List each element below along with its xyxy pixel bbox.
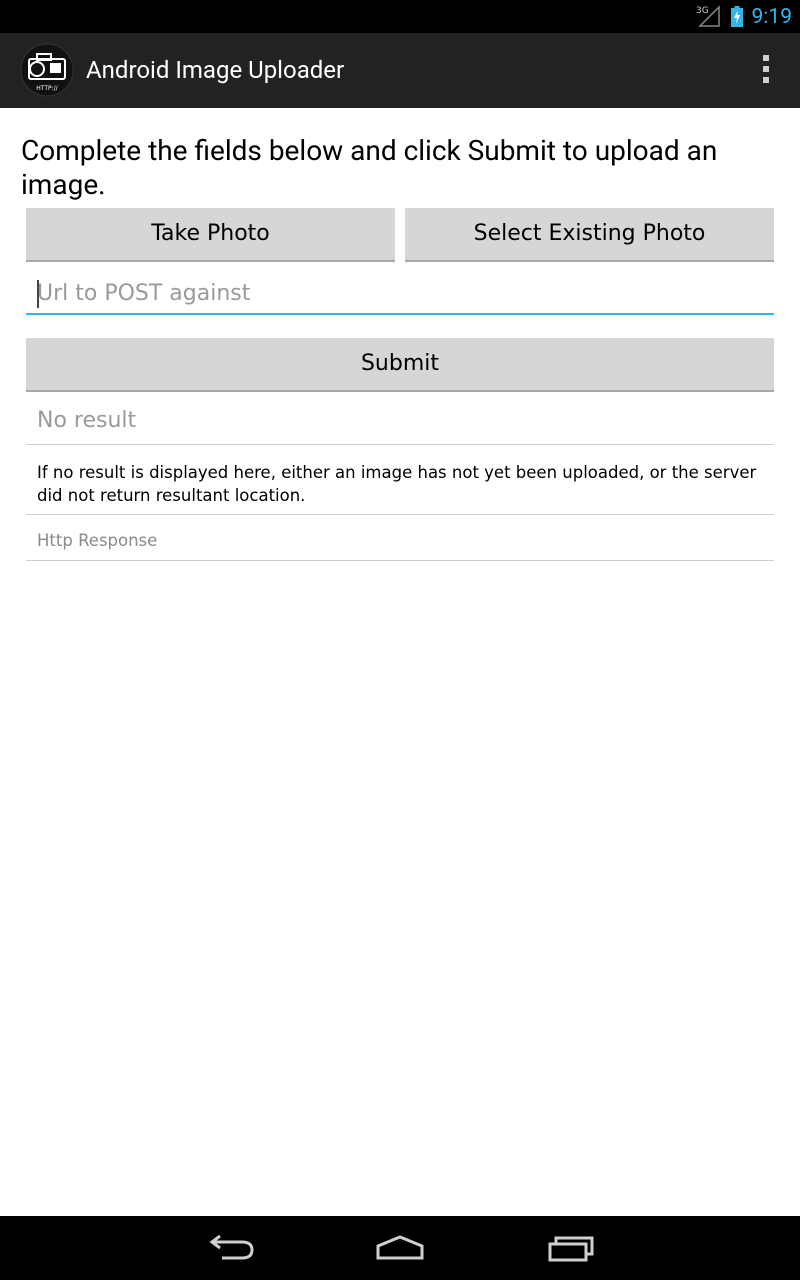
url-input[interactable]	[37, 276, 757, 310]
status-bar: 3G 9:19	[0, 0, 800, 33]
select-existing-photo-button[interactable]: Select Existing Photo	[405, 208, 774, 262]
url-field[interactable]	[26, 268, 774, 315]
clock: 9:19	[751, 5, 793, 29]
signal-3g-icon: 3G	[696, 5, 720, 27]
action-bar: HTTP:// Android Image Uploader	[0, 33, 800, 108]
battery-charging-icon	[731, 6, 743, 27]
svg-text:3G: 3G	[696, 6, 709, 16]
instructions-text: Complete the fields below and click Subm…	[21, 134, 718, 201]
main-content: Complete the fields below and click Subm…	[0, 108, 800, 1216]
help-text: If no result is displayed here, either a…	[37, 463, 757, 505]
app-title: Android Image Uploader	[86, 56, 345, 84]
navigation-bar	[0, 1216, 800, 1280]
submit-button[interactable]: Submit	[26, 338, 774, 392]
text-cursor	[37, 280, 39, 308]
http-response-text: Http Response	[37, 531, 158, 550]
take-photo-button[interactable]: Take Photo	[26, 208, 395, 262]
svg-text:HTTP://: HTTP://	[36, 85, 58, 92]
recents-icon[interactable]	[540, 1228, 600, 1268]
result-field: No result	[26, 403, 774, 445]
back-icon[interactable]	[200, 1228, 260, 1268]
overflow-menu-icon[interactable]	[760, 55, 772, 87]
camera-http-app-icon[interactable]: HTTP://	[20, 43, 74, 97]
http-response-field: Http Response	[26, 528, 774, 561]
help-field: If no result is displayed here, either a…	[26, 458, 774, 515]
result-text: No result	[37, 408, 137, 433]
home-icon[interactable]	[370, 1228, 430, 1268]
